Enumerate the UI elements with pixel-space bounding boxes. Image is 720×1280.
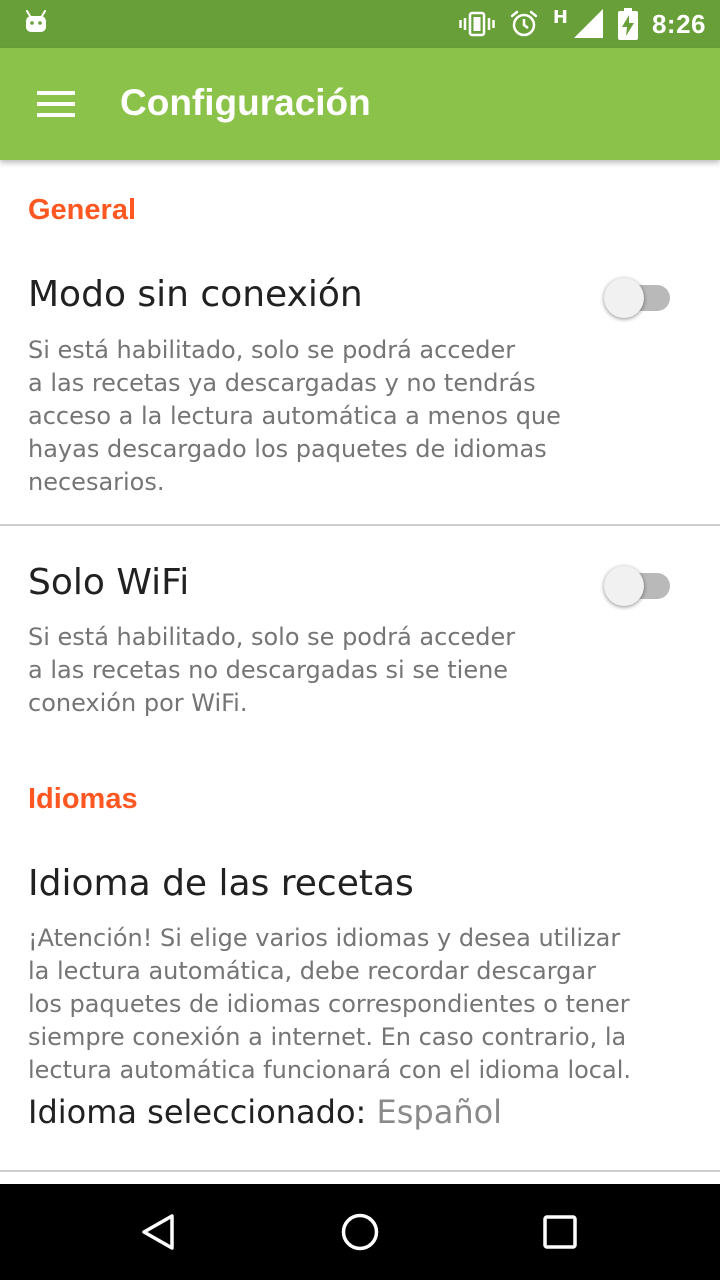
status-bar: H 8:26 — [0, 0, 720, 48]
pref-language-summary: ¡Atención! Si elige varios idiomas y des… — [28, 922, 688, 1087]
page-title: Configuración — [120, 82, 371, 123]
battery-charging-icon — [617, 8, 638, 40]
switch-thumb — [604, 566, 644, 606]
app-toolbar: Configuración — [0, 48, 720, 160]
divider — [0, 1170, 720, 1172]
hamburger-menu-icon[interactable] — [28, 76, 84, 132]
switch-thumb — [604, 278, 644, 318]
summary-line: los paquetes de idiomas correspondientes… — [28, 990, 630, 1018]
summary-line: Si está habilitado, solo se podrá accede… — [28, 623, 516, 651]
signal-icon — [573, 9, 604, 39]
pref-wifi-title: Solo WiFi — [28, 562, 190, 603]
summary-line: ¡Atención! Si elige varios idiomas y des… — [28, 924, 621, 952]
summary-line: necesarios. — [28, 468, 165, 496]
summary-line: conexión por WiFi. — [28, 689, 248, 717]
selected-language: Idioma seleccionado: Español — [28, 1093, 502, 1131]
pref-offline-summary: Si está habilitado, solo se podrá accede… — [28, 334, 608, 499]
navigation-bar — [0, 1184, 720, 1280]
clock: 8:26 — [651, 8, 706, 39]
settings-list: General Modo sin conexión Si está habili… — [0, 160, 720, 1184]
vibrate-icon — [459, 10, 495, 38]
summary-line: lectura automática funcionará con el idi… — [28, 1056, 631, 1084]
android-notification-icon — [24, 10, 48, 34]
back-icon[interactable] — [132, 1208, 188, 1256]
wifi-only-switch[interactable] — [604, 560, 672, 606]
pref-offline-title: Modo sin conexión — [28, 274, 363, 315]
summary-line: acceso a la lectura automática a menos q… — [28, 402, 561, 430]
summary-line: Si está habilitado, solo se podrá accede… — [28, 336, 516, 364]
offline-mode-switch[interactable] — [604, 272, 672, 318]
alarm-icon — [509, 9, 539, 39]
summary-line: hayas descargado los paquetes de idiomas — [28, 435, 547, 463]
pref-language-title: Idioma de las recetas — [28, 863, 414, 904]
recents-icon[interactable] — [532, 1208, 588, 1256]
home-icon[interactable] — [332, 1208, 388, 1256]
summary-line: a las recetas no descargadas si se tiene — [28, 656, 509, 684]
section-header-general: General — [28, 194, 136, 226]
selected-language-label: Idioma seleccionado: — [28, 1093, 367, 1131]
summary-line: a las recetas ya descargadas y no tendrá… — [28, 369, 536, 397]
divider — [0, 524, 720, 526]
section-header-languages: Idiomas — [28, 783, 138, 815]
summary-line: la lectura automática, debe recordar des… — [28, 957, 596, 985]
network-type: H — [552, 6, 568, 28]
pref-wifi-summary: Si está habilitado, solo se podrá accede… — [28, 621, 608, 720]
summary-line: siempre conexión a internet. En caso con… — [28, 1023, 627, 1051]
selected-language-value: Español — [376, 1093, 503, 1131]
